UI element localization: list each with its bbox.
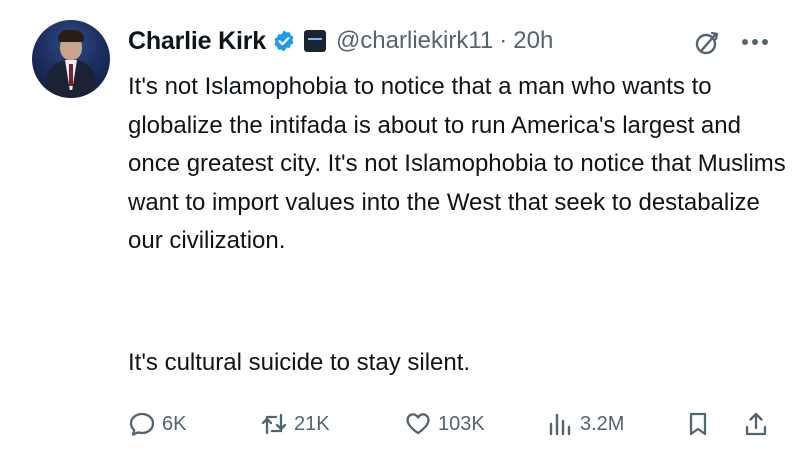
reply-count: 6K [162, 412, 187, 435]
bookmark-button[interactable] [684, 402, 712, 446]
avatar-hair [58, 30, 84, 42]
more-dots-icon[interactable] [735, 28, 775, 56]
views-button[interactable]: 3.2M [546, 402, 624, 446]
verified-badge-icon[interactable] [272, 29, 296, 53]
tweet-paragraph: It's cultural suicide to stay silent. [128, 349, 471, 376]
tweet-text-second: It's cultural suicide to stay silent. [128, 344, 798, 383]
like-button[interactable]: 103K [404, 402, 485, 446]
author-name[interactable]: Charlie Kirk [128, 27, 266, 56]
heart-icon [406, 413, 430, 435]
views-count: 3.2M [580, 412, 625, 435]
tweet-text: It's not Islamophobia to notice that a m… [128, 68, 798, 261]
repost-icon [261, 413, 287, 435]
avatar[interactable] [32, 20, 110, 98]
affiliation-badge-icon[interactable] [303, 30, 326, 52]
tweet-header: Charlie Kirk @charliekirk11 · 20h [128, 24, 553, 58]
avatar-tie [69, 64, 73, 86]
bookmark-icon [689, 412, 707, 436]
author-handle[interactable]: @charliekirk11 [336, 27, 493, 55]
views-bar-chart-icon [549, 413, 571, 436]
action-bar: 6K 21K 103K 3.2M [128, 402, 788, 446]
share-button[interactable] [742, 402, 770, 446]
like-count: 103K [438, 412, 485, 435]
grok-icon[interactable] [693, 29, 721, 57]
tweet-timestamp[interactable]: 20h [513, 27, 553, 55]
separator-dot: · [499, 27, 508, 54]
tweet-card[interactable]: Charlie Kirk @charliekirk11 · 20h It's n… [0, 0, 810, 468]
share-icon [745, 412, 767, 436]
reply-button[interactable]: 6K [128, 402, 186, 446]
repost-button[interactable]: 21K [260, 402, 330, 446]
repost-count: 21K [294, 412, 330, 435]
reply-icon [129, 412, 155, 436]
tweet-paragraph: It's not Islamophobia to notice that a m… [128, 73, 786, 254]
